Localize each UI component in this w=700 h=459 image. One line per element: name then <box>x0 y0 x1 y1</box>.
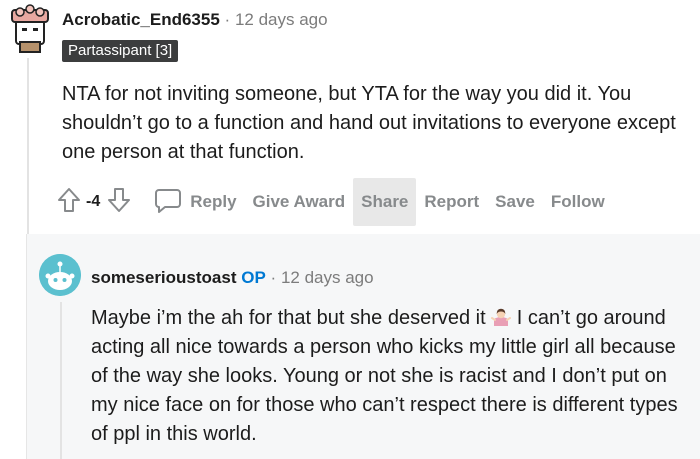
follow-button[interactable]: Follow <box>543 178 613 226</box>
user-avatar[interactable] <box>8 4 52 54</box>
user-flair: Partassipant [3] <box>62 40 179 62</box>
comment-meta: Acrobatic_End6355 · 12 days ago <box>62 10 328 30</box>
comment-body: NTA for not inviting someone, but YTA fo… <box>62 83 676 163</box>
reply-body-part1: Maybe i’m the ah for that but she deserv… <box>91 307 492 329</box>
save-button[interactable]: Save <box>487 178 543 226</box>
comment-username[interactable]: Acrobatic_End6355 <box>62 10 220 29</box>
comment-time[interactable]: 12 days ago <box>235 10 328 29</box>
reply-time[interactable]: 12 days ago <box>281 268 374 287</box>
reply-label: Reply <box>190 192 237 211</box>
reply-comment: someserioustoast OP · 12 days ago Maybe … <box>26 234 700 459</box>
share-button[interactable]: Share <box>353 178 417 226</box>
reply-body: Maybe i’m the ah for that but she deserv… <box>91 304 697 449</box>
report-button[interactable]: Report <box>416 178 487 226</box>
reply-thread-line[interactable] <box>60 302 62 459</box>
reply-button[interactable]: Reply <box>146 178 244 226</box>
vote-controls: -4 <box>56 178 132 226</box>
reply-meta-separator: · <box>270 268 277 287</box>
reply-username[interactable]: someserioustoast <box>91 268 237 287</box>
reply-user-avatar[interactable] <box>39 254 81 296</box>
comment-bubble-icon <box>154 186 182 219</box>
reply-meta: someserioustoast OP · 12 days ago <box>91 268 374 288</box>
op-badge: OP <box>241 268 266 287</box>
arrow-down-icon[interactable] <box>106 186 132 219</box>
meta-separator: · <box>224 10 231 29</box>
give-award-button[interactable]: Give Award <box>245 178 354 226</box>
arrow-up-icon[interactable] <box>56 186 82 219</box>
woman-shrugging-emoji <box>491 307 512 327</box>
vote-score: -4 <box>86 193 101 210</box>
comment-actions: -4 Reply Give Award Share Report Save Fo… <box>56 178 613 226</box>
comment: Acrobatic_End6355 · 12 days ago Partassi… <box>0 0 700 459</box>
